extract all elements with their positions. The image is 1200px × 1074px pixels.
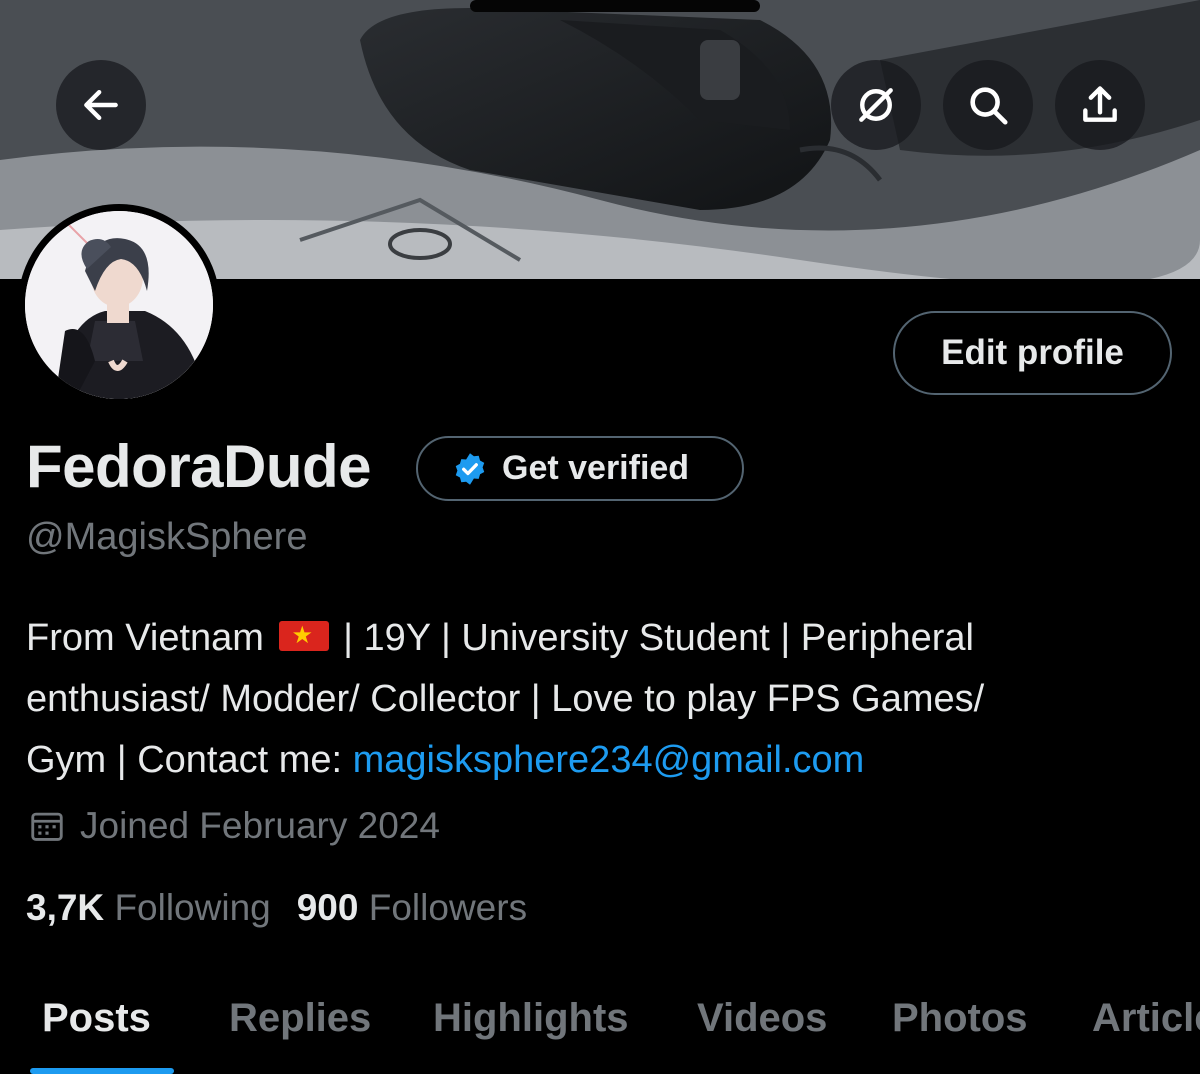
tab-videos[interactable]: Videos [697, 996, 827, 1041]
active-tab-indicator [30, 1068, 174, 1074]
edit-profile-button[interactable]: Edit profile [893, 311, 1172, 395]
get-verified-button[interactable]: Get verified [416, 436, 744, 501]
avatar[interactable] [18, 204, 220, 406]
tab-highlights[interactable]: Highlights [433, 996, 629, 1041]
email-link[interactable]: magisksphere234@gmail.com [353, 739, 865, 781]
joined-date: Joined February 2024 [28, 805, 440, 847]
following-count: 3,7K [26, 887, 105, 928]
bio-text: Gym | Contact me: [26, 739, 343, 781]
bio-line-3: Gym | Contact me: magisksphere234@gmail.… [26, 730, 1186, 791]
followers-label: Followers [368, 887, 528, 928]
search-button[interactable] [943, 60, 1033, 150]
profile-bio: From Vietnam ★ | 19Y | University Studen… [26, 608, 1186, 791]
user-handle: @MagiskSphere [26, 516, 308, 558]
tab-photos[interactable]: Photos [892, 996, 1028, 1041]
bio-text: From Vietnam [26, 617, 264, 659]
share-button[interactable] [1055, 60, 1145, 150]
joined-label: Joined February 2024 [80, 805, 440, 846]
share-icon [1083, 86, 1117, 122]
followers-link[interactable]: 900 Followers [297, 887, 527, 929]
tab-posts[interactable]: Posts [42, 996, 151, 1041]
avatar-image [25, 211, 213, 399]
bio-line-2: enthusiast/ Modder/ Collector | Love to … [26, 678, 985, 720]
display-name: FedoraDude [26, 433, 372, 500]
tab-replies[interactable]: Replies [229, 996, 371, 1041]
grok-button[interactable] [831, 60, 921, 150]
search-icon [970, 87, 1008, 125]
bio-text: | 19Y | University Student | Peripheral [343, 617, 974, 659]
bio-line-1: From Vietnam ★ | 19Y | University Studen… [26, 608, 1186, 669]
following-link[interactable]: 3,7K Following [26, 887, 271, 929]
profile-tabs: Posts Replies Highlights Videos Photos A… [0, 990, 1200, 1074]
get-verified-label: Get verified [502, 449, 690, 487]
arrow-left-icon [84, 89, 118, 121]
followers-count: 900 [296, 887, 359, 928]
back-button[interactable] [56, 60, 146, 150]
tab-articles[interactable]: Articles [1092, 996, 1200, 1041]
vietnam-flag-icon: ★ [278, 620, 329, 651]
slash-circle-icon [859, 88, 893, 122]
calendar-icon [31, 812, 63, 841]
following-label: Following [114, 887, 271, 928]
verified-badge-icon [455, 452, 485, 485]
follow-stats: 3,7K Following 900 Followers [26, 887, 527, 929]
